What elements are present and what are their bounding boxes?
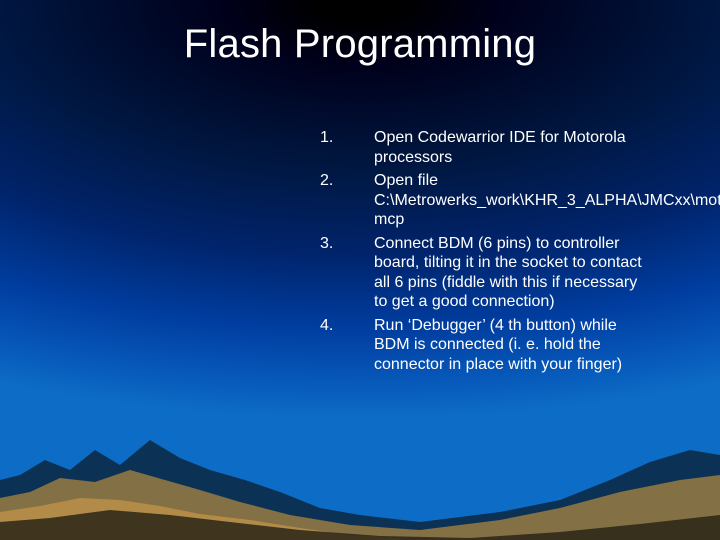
instruction-list: 1. Open Codewarrior IDE for Motorola pro… — [318, 128, 648, 378]
list-number: 1. — [318, 128, 374, 167]
list-text: Open Codewarrior IDE for Motorola proces… — [374, 128, 648, 167]
slide-title: Flash Programming — [0, 22, 720, 67]
list-item: 2. Open file C:\Metrowerks_work\KHR_3_AL… — [318, 171, 648, 230]
slide: Flash Programming 1. Open Codewarrior ID… — [0, 0, 720, 540]
list-item: 3. Connect BDM (6 pins) to controller bo… — [318, 234, 648, 312]
list-text: Run ‘Debugger’ (4 th button) while BDM i… — [374, 316, 648, 375]
terrain-decoration — [0, 420, 720, 540]
list-item: 4. Run ‘Debugger’ (4 th button) while BD… — [318, 316, 648, 375]
list-text: Open file C:\Metrowerks_work\KHR_3_ALPHA… — [374, 171, 720, 230]
list-item: 1. Open Codewarrior IDE for Motorola pro… — [318, 128, 648, 167]
list-text: Connect BDM (6 pins) to controller board… — [374, 234, 648, 312]
list-number: 2. — [318, 171, 374, 230]
list-number: 4. — [318, 316, 374, 375]
list-number: 3. — [318, 234, 374, 312]
